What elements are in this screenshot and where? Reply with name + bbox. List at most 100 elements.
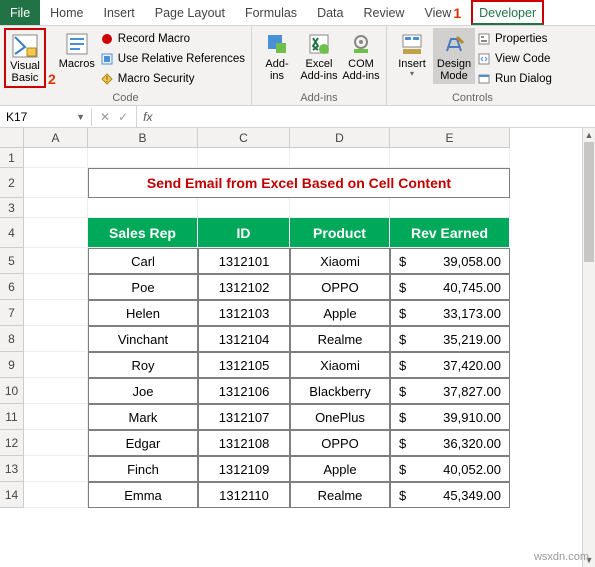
cell-product[interactable]: OPPO <box>290 274 390 300</box>
cell-sales-rep[interactable]: Emma <box>88 482 198 508</box>
cell-rev-earned[interactable]: $37,420.00 <box>390 352 510 378</box>
insert-control-button[interactable]: Insert ▾ <box>391 28 433 81</box>
cell-id[interactable]: 1312109 <box>198 456 290 482</box>
record-macro-button[interactable]: Record Macro <box>100 30 245 48</box>
record-macro-label: Record Macro <box>118 33 190 45</box>
cell-rev-earned[interactable]: $36,320.00 <box>390 430 510 456</box>
row-header-2[interactable]: 2 <box>0 168 24 198</box>
tab-data[interactable]: Data <box>307 0 353 25</box>
cell-id[interactable]: 1312107 <box>198 404 290 430</box>
cells-area[interactable]: Send Email from Excel Based on Cell Cont… <box>24 148 510 508</box>
tab-home[interactable]: Home <box>40 0 93 25</box>
row-header-8[interactable]: 8 <box>0 326 24 352</box>
visual-basic-button[interactable]: Visual Basic <box>4 28 46 88</box>
tab-review[interactable]: Review <box>353 0 414 25</box>
cell-sales-rep[interactable]: Poe <box>88 274 198 300</box>
cell-id[interactable]: 1312102 <box>198 274 290 300</box>
scroll-up-arrow-icon[interactable]: ▲ <box>583 128 595 142</box>
row-header-5[interactable]: 5 <box>0 248 24 274</box>
row-header-11[interactable]: 11 <box>0 404 24 430</box>
cell-product[interactable]: Realme <box>290 482 390 508</box>
cell-sales-rep[interactable]: Vinchant <box>88 326 198 352</box>
enter-formula-icon[interactable]: ✓ <box>118 110 128 124</box>
col-header-D[interactable]: D <box>290 128 390 148</box>
cell-sales-rep[interactable]: Helen <box>88 300 198 326</box>
cell-rev-earned[interactable]: $37,827.00 <box>390 378 510 404</box>
tab-developer[interactable]: Developer <box>471 0 544 25</box>
cancel-formula-icon[interactable]: ✕ <box>100 110 110 124</box>
tab-view[interactable]: View1 <box>414 0 471 25</box>
cell-product[interactable]: Apple <box>290 456 390 482</box>
row-header-3[interactable]: 3 <box>0 198 24 218</box>
cell-id[interactable]: 1312104 <box>198 326 290 352</box>
cell-rev-earned[interactable]: $45,349.00 <box>390 482 510 508</box>
cell-product[interactable]: Realme <box>290 326 390 352</box>
select-all-corner[interactable] <box>0 128 24 148</box>
row-header-12[interactable]: 12 <box>0 430 24 456</box>
cell-rev-earned[interactable]: $39,910.00 <box>390 404 510 430</box>
properties-button[interactable]: Properties <box>477 30 552 48</box>
row-header-14[interactable]: 14 <box>0 482 24 508</box>
cell-product[interactable]: Xiaomi <box>290 248 390 274</box>
cell-sales-rep[interactable]: Finch <box>88 456 198 482</box>
macro-security-label: Macro Security <box>118 73 195 85</box>
macros-button[interactable]: Macros <box>56 28 98 72</box>
cell-rev-earned[interactable]: $33,173.00 <box>390 300 510 326</box>
name-box[interactable]: K17 ▼ <box>0 108 92 126</box>
row-header-1[interactable]: 1 <box>0 148 24 168</box>
col-header-E[interactable]: E <box>390 128 510 148</box>
cell-product[interactable]: OPPO <box>290 430 390 456</box>
cell-rev-earned[interactable]: $35,219.00 <box>390 326 510 352</box>
fx-label[interactable]: fx <box>137 110 158 124</box>
design-mode-button[interactable]: Design Mode <box>433 28 475 84</box>
excel-addins-button[interactable]: Excel Add-ins <box>298 28 340 84</box>
cell-rev-earned[interactable]: $39,058.00 <box>390 248 510 274</box>
tab-formulas[interactable]: Formulas <box>235 0 307 25</box>
title-cell[interactable]: Send Email from Excel Based on Cell Cont… <box>88 168 510 198</box>
cell-product[interactable]: OnePlus <box>290 404 390 430</box>
cell-id[interactable]: 1312110 <box>198 482 290 508</box>
row-header-9[interactable]: 9 <box>0 352 24 378</box>
cell-product[interactable]: Blackberry <box>290 378 390 404</box>
use-relative-references-button[interactable]: Use Relative References <box>100 50 245 68</box>
row-header-6[interactable]: 6 <box>0 274 24 300</box>
cell-id[interactable]: 1312105 <box>198 352 290 378</box>
row-header-4[interactable]: 4 <box>0 218 24 248</box>
row-header-10[interactable]: 10 <box>0 378 24 404</box>
tab-page-layout[interactable]: Page Layout <box>145 0 235 25</box>
view-code-button[interactable]: View Code <box>477 50 552 68</box>
cell-id[interactable]: 1312103 <box>198 300 290 326</box>
tab-insert[interactable]: Insert <box>94 0 145 25</box>
cell-sales-rep[interactable]: Edgar <box>88 430 198 456</box>
cell-sales-rep[interactable]: Carl <box>88 248 198 274</box>
cell-id[interactable]: 1312108 <box>198 430 290 456</box>
cell-sales-rep[interactable]: Joe <box>88 378 198 404</box>
header-sales-rep[interactable]: Sales Rep <box>88 218 198 248</box>
com-addins-button[interactable]: COM Add-ins <box>340 28 382 84</box>
col-header-B[interactable]: B <box>88 128 198 148</box>
tab-file[interactable]: File <box>0 0 40 25</box>
macro-security-button[interactable]: ! Macro Security <box>100 70 245 88</box>
cell-sales-rep[interactable]: Mark <box>88 404 198 430</box>
cell-product[interactable]: Xiaomi <box>290 352 390 378</box>
cell-id[interactable]: 1312101 <box>198 248 290 274</box>
formula-bar-buttons: ✕ ✓ <box>92 106 137 127</box>
cell-product[interactable]: Apple <box>290 300 390 326</box>
scrollbar-thumb[interactable] <box>584 142 594 262</box>
run-dialog-button[interactable]: Run Dialog <box>477 70 552 88</box>
header-product[interactable]: Product <box>290 218 390 248</box>
cell-id[interactable]: 1312106 <box>198 378 290 404</box>
cell-sales-rep[interactable]: Roy <box>88 352 198 378</box>
design-mode-label: Design Mode <box>437 58 471 82</box>
col-header-A[interactable]: A <box>24 128 88 148</box>
header-id[interactable]: ID <box>198 218 290 248</box>
header-rev-earned[interactable]: Rev Earned <box>390 218 510 248</box>
vertical-scrollbar[interactable]: ▲ ▼ <box>582 128 595 567</box>
cell-rev-earned[interactable]: $40,052.00 <box>390 456 510 482</box>
ribbon-group-code: Visual Basic 2 Macros Record Macro Use R… <box>0 26 252 105</box>
row-header-7[interactable]: 7 <box>0 300 24 326</box>
col-header-C[interactable]: C <box>198 128 290 148</box>
addins-button[interactable]: Add- ins <box>256 28 298 84</box>
row-header-13[interactable]: 13 <box>0 456 24 482</box>
cell-rev-earned[interactable]: $40,745.00 <box>390 274 510 300</box>
